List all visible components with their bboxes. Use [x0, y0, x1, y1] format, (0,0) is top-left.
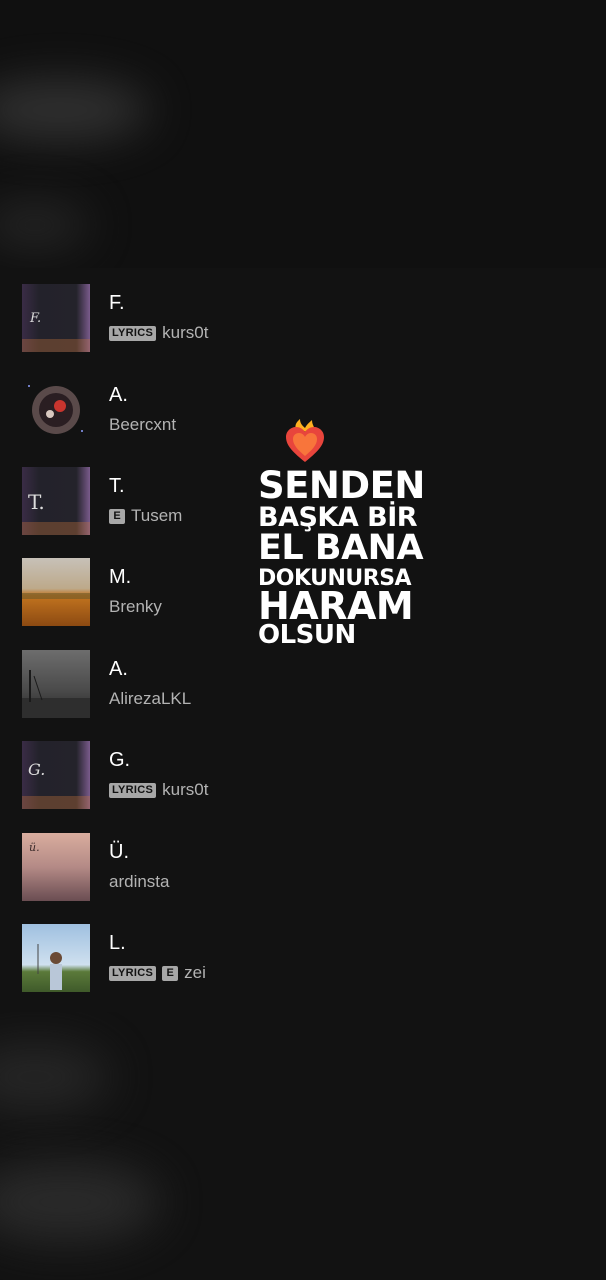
track-title: G.	[109, 749, 131, 771]
track-artist: kurs0t	[162, 323, 209, 342]
album-cover	[22, 650, 90, 718]
blurred-background-top	[0, 0, 606, 268]
explicit-badge: E	[109, 508, 125, 524]
track-title: M.	[109, 566, 132, 588]
track-title: Ü.	[109, 841, 129, 863]
track-row[interactable]: G. G. LYRICS kurs0t	[22, 741, 442, 809]
track-artist: Beercxnt	[109, 415, 177, 434]
track-row[interactable]: A. Beercxnt	[22, 376, 442, 444]
track-artist: zei	[184, 963, 206, 982]
track-title: A.	[109, 384, 128, 406]
track-title: L.	[109, 932, 126, 954]
track-title: F.	[109, 292, 125, 314]
album-cover	[22, 558, 90, 626]
album-cover: ü.	[22, 833, 90, 901]
lyrics-badge: LYRICS	[109, 325, 157, 341]
overlay-line: OLSUN	[258, 620, 356, 650]
album-cover	[22, 924, 90, 992]
svg-text:T.: T.	[28, 490, 45, 514]
track-row[interactable]: L. LYRICS E zei	[22, 924, 442, 992]
track-row[interactable]: A. AlirezaLKL	[22, 650, 442, 718]
track-artist: ardinsta	[109, 872, 170, 891]
album-cover: G.	[22, 741, 90, 809]
overlay-line: EL BANA	[258, 528, 424, 568]
album-cover	[22, 376, 90, 444]
track-artist: Tusem	[131, 506, 183, 525]
overlay-line: SENDEN	[258, 464, 425, 507]
track-row[interactable]: F. F. LYRICS kurs0t	[22, 284, 442, 352]
track-row[interactable]: ü. Ü. ardinsta	[22, 833, 442, 901]
album-cover: F.	[22, 284, 90, 352]
blurred-background-bottom	[0, 1012, 606, 1280]
lyrics-badge: LYRICS	[109, 782, 157, 798]
svg-text:F.: F.	[29, 311, 41, 326]
burning-heart-icon	[282, 418, 328, 464]
track-title: T.	[109, 475, 125, 497]
album-cover: T.	[22, 467, 90, 535]
track-artist: kurs0t	[162, 780, 209, 799]
svg-text:ü.: ü.	[29, 841, 40, 854]
svg-text:G.: G.	[28, 760, 45, 779]
track-artist: Brenky	[109, 597, 162, 616]
track-artist: AlirezaLKL	[109, 689, 192, 708]
lyrics-badge: LYRICS	[109, 965, 157, 981]
explicit-badge: E	[162, 965, 179, 981]
track-title: A.	[109, 658, 128, 680]
